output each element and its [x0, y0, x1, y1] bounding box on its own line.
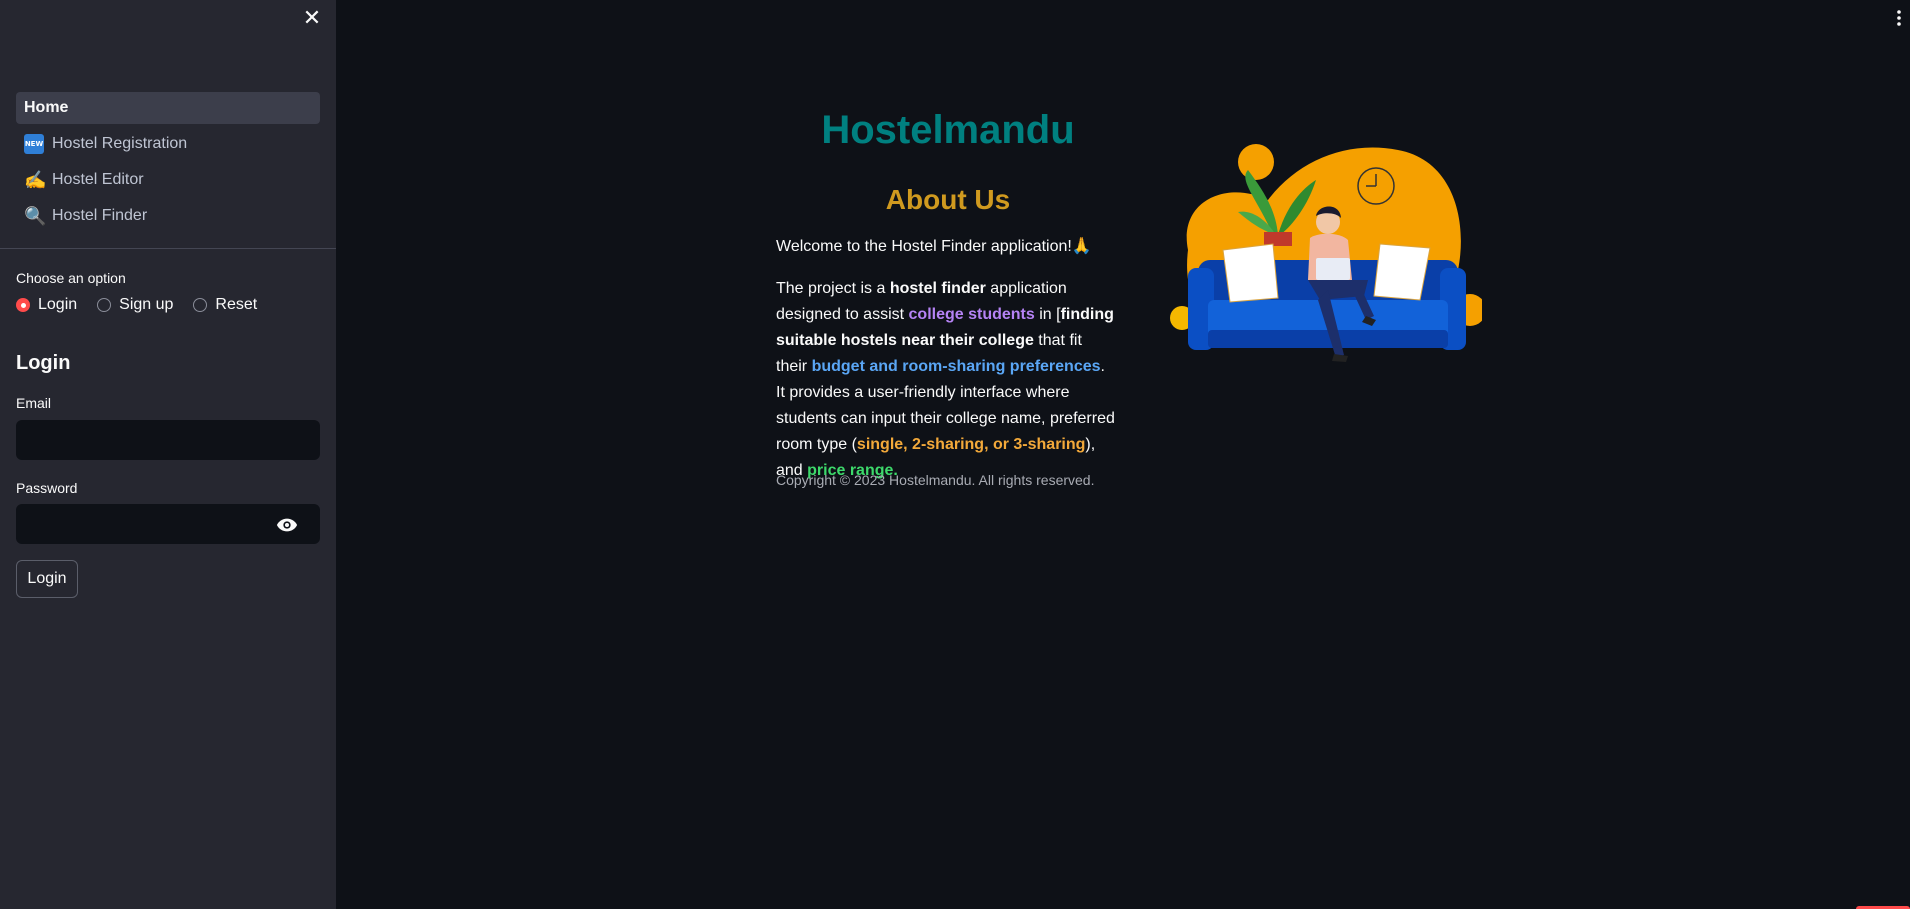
nav-item-label: Home	[24, 99, 69, 116]
nav-item-label: Hostel Editor	[52, 171, 144, 188]
writing-hand-icon: ✍️	[24, 169, 47, 190]
hero-illustration	[1170, 144, 1482, 362]
option-radio-group: Login Sign up Reset	[16, 296, 257, 314]
sidebar-nav: Home NEW Hostel Registration ✍️ Hostel E…	[16, 92, 320, 236]
welcome-text: Welcome to the Hostel Finder application…	[776, 238, 1092, 255]
text-bold: hostel finder	[889, 280, 986, 297]
radio-unchecked-icon[interactable]	[97, 298, 112, 312]
copyright-text: Copyright © 2023 Hostelmandu. All rights…	[776, 472, 1095, 488]
more-menu-icon[interactable]	[1894, 8, 1904, 28]
sidebar: ✕ Home NEW Hostel Registration ✍️ Hostel…	[0, 0, 336, 909]
radio-reset[interactable]: Reset	[193, 296, 257, 314]
page-title: Hostelmandu	[821, 108, 1075, 152]
radio-unchecked-icon[interactable]	[193, 298, 208, 312]
about-paragraph: The project is a hostel finder applicati…	[776, 276, 1116, 484]
text-segment: in [	[1034, 306, 1061, 323]
new-icon: NEW	[24, 134, 44, 154]
password-label: Password	[16, 480, 78, 496]
login-heading: Login	[16, 352, 71, 374]
magnifier-icon: 🔍	[24, 205, 47, 226]
email-label: Email	[16, 395, 52, 411]
text-highlight-purple: college students	[908, 306, 1035, 323]
radio-checked-icon[interactable]	[16, 298, 30, 312]
text-highlight-blue: budget and room-sharing preferences	[811, 358, 1101, 375]
choose-option-label: Choose an option	[16, 270, 126, 286]
sidebar-divider	[0, 248, 336, 249]
nav-item-hostel-registration[interactable]: NEW Hostel Registration	[16, 128, 320, 160]
password-field[interactable]	[16, 504, 320, 544]
radio-login[interactable]: Login	[16, 296, 77, 314]
eye-icon[interactable]	[276, 514, 298, 536]
email-field[interactable]	[16, 420, 320, 460]
close-icon[interactable]: ✕	[300, 6, 324, 30]
about-heading: About Us	[885, 184, 1011, 215]
radio-label: Sign up	[119, 296, 174, 313]
nav-item-label: Hostel Registration	[52, 135, 188, 152]
nav-item-home[interactable]: Home	[16, 92, 320, 124]
radio-label: Reset	[215, 296, 258, 313]
nav-item-hostel-editor[interactable]: ✍️ Hostel Editor	[16, 164, 320, 196]
text-segment: The project is a	[776, 280, 890, 297]
nav-item-label: Hostel Finder	[52, 207, 148, 224]
radio-sign-up[interactable]: Sign up	[97, 296, 173, 314]
nav-item-hostel-finder[interactable]: 🔍 Hostel Finder	[16, 200, 320, 232]
radio-label: Login	[38, 296, 78, 313]
login-button[interactable]: Login	[16, 560, 78, 598]
text-highlight-orange: single, 2-sharing, or 3-sharing	[856, 436, 1086, 453]
